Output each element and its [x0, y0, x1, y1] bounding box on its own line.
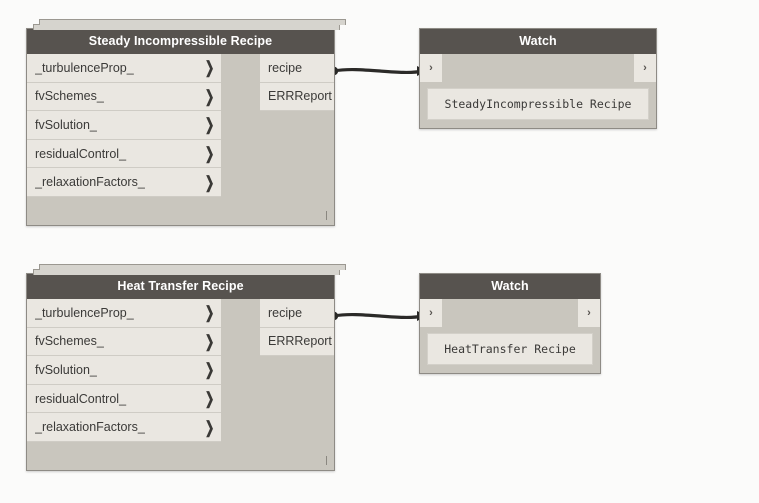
chevron-right-icon: ❯	[204, 417, 215, 437]
node-steady-incompressible-recipe[interactable]: Steady Incompressible Recipe _turbulence…	[26, 19, 346, 226]
node-stack-layer-2	[39, 264, 346, 270]
watch-output-port[interactable]: ›	[578, 299, 600, 327]
input-port-label: fvSolution_	[35, 117, 97, 132]
watch-port-row: › ›	[420, 54, 656, 82]
watch-value-display[interactable]: SteadyIncompressible Recipe	[427, 88, 649, 120]
watch-value-text: HeatTransfer Recipe	[444, 342, 576, 356]
input-port-fvschemes[interactable]: fvSchemes_ ❯	[27, 327, 221, 357]
input-port-label: fvSolution_	[35, 362, 97, 377]
input-port-fvschemes[interactable]: fvSchemes_ ❯	[27, 82, 221, 112]
watch-input-port[interactable]: ›	[420, 299, 442, 327]
node-body-heat-transfer-recipe: _turbulenceProp_ ❯ fvSchemes_ ❯ fvSoluti…	[27, 299, 334, 471]
port-arrow-icon: ›	[587, 307, 591, 319]
output-port-recipe[interactable]: recipe	[260, 54, 334, 83]
chevron-right-icon: ❯	[204, 332, 215, 351]
chevron-right-icon: ❯	[204, 115, 215, 135]
resize-handle[interactable]	[326, 211, 327, 220]
node-body-watch-heat: › › HeatTransfer Recipe	[420, 299, 600, 374]
chevron-right-icon: ❯	[204, 360, 215, 380]
wire-steady-to-watch[interactable]	[329, 66, 427, 76]
node-body-watch-steady: › › SteadyIncompressible Recipe	[420, 54, 656, 129]
port-arrow-icon: ›	[643, 62, 647, 74]
input-port-label: fvSchemes_	[35, 89, 104, 104]
chevron-right-icon: ❯	[204, 303, 215, 323]
watch-port-row: › ›	[420, 299, 600, 327]
chevron-right-icon: ❯	[204, 172, 215, 192]
input-ports-heat: _turbulenceProp_ ❯ fvSchemes_ ❯ fvSoluti…	[27, 299, 221, 442]
input-port-residualcontrol[interactable]: residualControl_ ❯	[27, 139, 221, 169]
chevron-right-icon: ❯	[204, 87, 215, 106]
chevron-right-icon: ❯	[204, 389, 215, 408]
watch-value-display[interactable]: HeatTransfer Recipe	[427, 333, 593, 365]
watch-output-port[interactable]: ›	[634, 54, 656, 82]
node-heat-transfer-recipe[interactable]: Heat Transfer Recipe _turbulenceProp_ ❯ …	[26, 264, 346, 471]
input-port-turbulenceprop[interactable]: _turbulenceProp_ ❯	[27, 54, 221, 83]
input-ports-steady: _turbulenceProp_ ❯ fvSchemes_ ❯ fvSoluti…	[27, 54, 221, 197]
node-graph-canvas[interactable]: Steady Incompressible Recipe _turbulence…	[0, 0, 759, 503]
node-body-steady-incompressible-recipe: _turbulenceProp_ ❯ fvSchemes_ ❯ fvSoluti…	[27, 54, 334, 226]
port-arrow-icon: ›	[429, 62, 433, 74]
output-port-label: recipe	[268, 60, 303, 75]
input-port-label: _turbulenceProp_	[35, 305, 134, 320]
input-port-turbulenceprop[interactable]: _turbulenceProp_ ❯	[27, 299, 221, 328]
chevron-right-icon: ❯	[204, 144, 215, 163]
node-watch-heat-transfer[interactable]: Watch › › HeatTransfer Recipe	[419, 273, 601, 374]
input-port-fvsolution[interactable]: fvSolution_ ❯	[27, 356, 221, 385]
input-port-label: residualControl_	[35, 391, 127, 406]
node-stack-layer-2	[39, 19, 346, 25]
input-port-relaxationfactors[interactable]: _relaxationFactors_ ❯	[27, 168, 221, 197]
watch-value-text: SteadyIncompressible Recipe	[444, 97, 632, 111]
output-ports-heat: recipe ERRReport	[260, 299, 334, 357]
port-arrow-icon: ›	[429, 307, 433, 319]
output-port-errreport[interactable]: ERRReport	[260, 82, 334, 112]
node-title-steady-incompressible-recipe: Steady Incompressible Recipe	[27, 29, 334, 54]
chevron-right-icon: ❯	[204, 58, 215, 78]
resize-handle[interactable]	[326, 456, 327, 465]
watch-input-port[interactable]: ›	[420, 54, 442, 82]
input-port-label: _relaxationFactors_	[35, 175, 145, 190]
node-title-watch-steady: Watch	[420, 29, 656, 54]
output-port-errreport[interactable]: ERRReport	[260, 327, 334, 357]
input-port-relaxationfactors[interactable]: _relaxationFactors_ ❯	[27, 413, 221, 442]
input-port-label: _turbulenceProp_	[35, 60, 134, 75]
node-title-heat-transfer-recipe: Heat Transfer Recipe	[27, 274, 334, 299]
node-watch-steady-incompressible[interactable]: Watch › › SteadyIncompressible Recipe	[419, 28, 657, 129]
input-port-label: residualControl_	[35, 146, 127, 161]
node-title-watch-heat: Watch	[420, 274, 600, 299]
input-port-residualcontrol[interactable]: residualControl_ ❯	[27, 384, 221, 414]
input-port-label: _relaxationFactors_	[35, 420, 145, 435]
output-port-label: ERRReport	[268, 334, 332, 349]
output-port-recipe[interactable]: recipe	[260, 299, 334, 328]
input-port-fvsolution[interactable]: fvSolution_ ❯	[27, 111, 221, 140]
input-port-label: fvSchemes_	[35, 334, 104, 349]
output-port-label: recipe	[268, 305, 303, 320]
output-port-label: ERRReport	[268, 89, 332, 104]
wire-heat-to-watch[interactable]	[329, 311, 427, 321]
output-ports-steady: recipe ERRReport	[260, 54, 334, 112]
